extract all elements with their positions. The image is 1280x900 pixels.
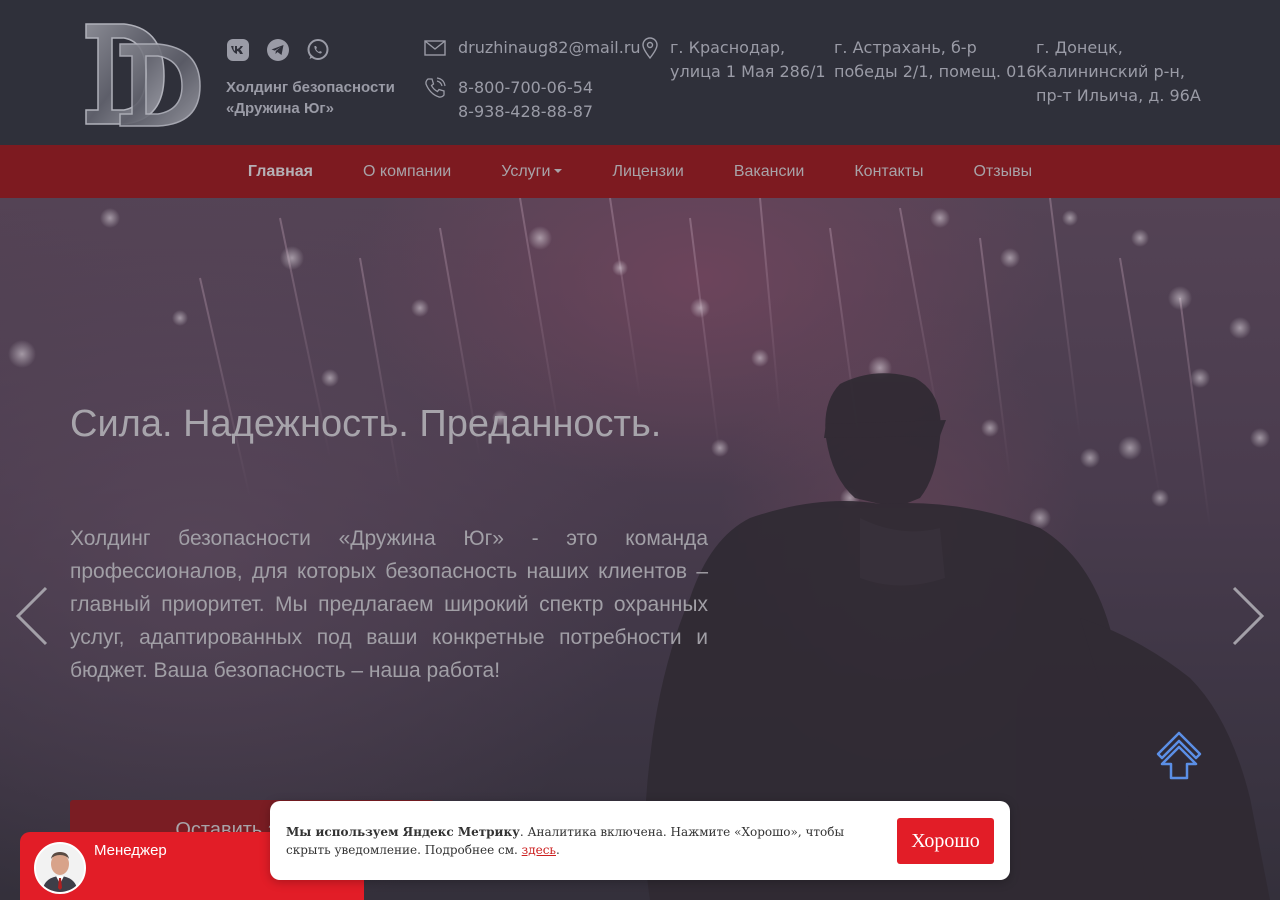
company-name-line1: Холдинг безопасности [226, 79, 395, 96]
slider-prev-button[interactable] [14, 586, 50, 650]
address-astrakhan-line1: г. Астрахань, б-р [834, 38, 977, 57]
nav-item-home[interactable]: Главная [223, 163, 338, 181]
scroll-to-top-button[interactable] [1156, 731, 1202, 785]
cookie-text-bold: Мы используем Яндекс Метрику [286, 825, 520, 839]
phone-link-1[interactable]: 8-800-700-06-54 [458, 76, 593, 100]
nav-item-vacancies[interactable]: Вакансии [709, 163, 830, 181]
nav-item-services-label: Услуги [501, 162, 551, 180]
address-donetsk-line1: г. Донецк, [1036, 38, 1123, 57]
nav-item-services[interactable]: Услуги [476, 163, 587, 181]
hero-slider: Сила. Надежность. Преданность. Холдинг б… [0, 198, 1280, 900]
nav-item-reviews[interactable]: Отзывы [948, 163, 1057, 181]
cookie-text-end: . [555, 843, 560, 857]
company-name-line2: «Дружина Юг» [226, 100, 335, 117]
address-donetsk-line3: пр-т Ильича, д. 96А [1036, 86, 1201, 105]
nav-item-contacts[interactable]: Контакты [829, 163, 948, 181]
site-header: Холдинг безопасности «Дружина Юг» druzhi… [0, 0, 1280, 145]
telegram-icon[interactable] [266, 38, 290, 62]
email-contact: druzhinaug82@mail.ru [424, 36, 641, 60]
map-pin-icon [640, 36, 660, 60]
slider-next-button[interactable] [1230, 586, 1266, 650]
chevron-right-icon [1232, 586, 1265, 646]
cookie-details-link[interactable]: здесь [522, 843, 556, 857]
hero-title: Сила. Надежность. Преданность. [70, 403, 662, 445]
chevron-left-icon [15, 586, 48, 646]
address-astrakhan: г. Астрахань, б-р победы 2/1, помещ. 016 [834, 36, 1037, 84]
address-astrakhan-line2: победы 2/1, помещ. 016 [834, 62, 1037, 81]
address-krasnodar-line1: г. Краснодар, [670, 38, 786, 57]
phone-link-2[interactable]: 8-938-428-88-87 [458, 100, 593, 124]
dd-logo[interactable] [80, 20, 206, 128]
address-donetsk-line2: Калининский р-н, [1036, 62, 1185, 81]
phone-icon [424, 76, 446, 100]
main-nav: Главная О компании Услуги Лицензии Вакан… [0, 145, 1280, 198]
arrow-up-icon [1156, 731, 1202, 780]
social-links [226, 38, 330, 62]
chevron-down-icon [554, 169, 563, 174]
manager-label: Менеджер [94, 842, 167, 859]
nav-item-about[interactable]: О компании [338, 163, 476, 181]
address-donetsk: г. Донецк, Калининский р-н, пр-т Ильича,… [1036, 36, 1201, 108]
company-name: Холдинг безопасности «Дружина Юг» [226, 77, 416, 119]
avatar [34, 842, 86, 894]
whatsapp-icon[interactable] [306, 38, 330, 62]
nav-item-licenses[interactable]: Лицензии [587, 163, 708, 181]
address-krasnodar-line2: улица 1 Мая 286/1 [670, 62, 826, 81]
mail-icon [424, 36, 446, 60]
hero-description: Холдинг безопасности «Дружина Юг» - это … [70, 527, 708, 682]
cookie-banner: Мы используем Яндекс Метрику. Аналитика … [270, 801, 1010, 880]
cookie-ok-button[interactable]: Хорошо [897, 818, 994, 864]
email-link[interactable]: druzhinaug82@mail.ru [458, 36, 641, 60]
address-krasnodar: г. Краснодар, улица 1 Мая 286/1 [640, 36, 826, 84]
phone-contacts: 8-800-700-06-54 8-938-428-88-87 [424, 76, 593, 124]
cookie-text: Мы используем Яндекс Метрику. Аналитика … [286, 823, 866, 859]
vk-icon[interactable] [226, 38, 250, 62]
